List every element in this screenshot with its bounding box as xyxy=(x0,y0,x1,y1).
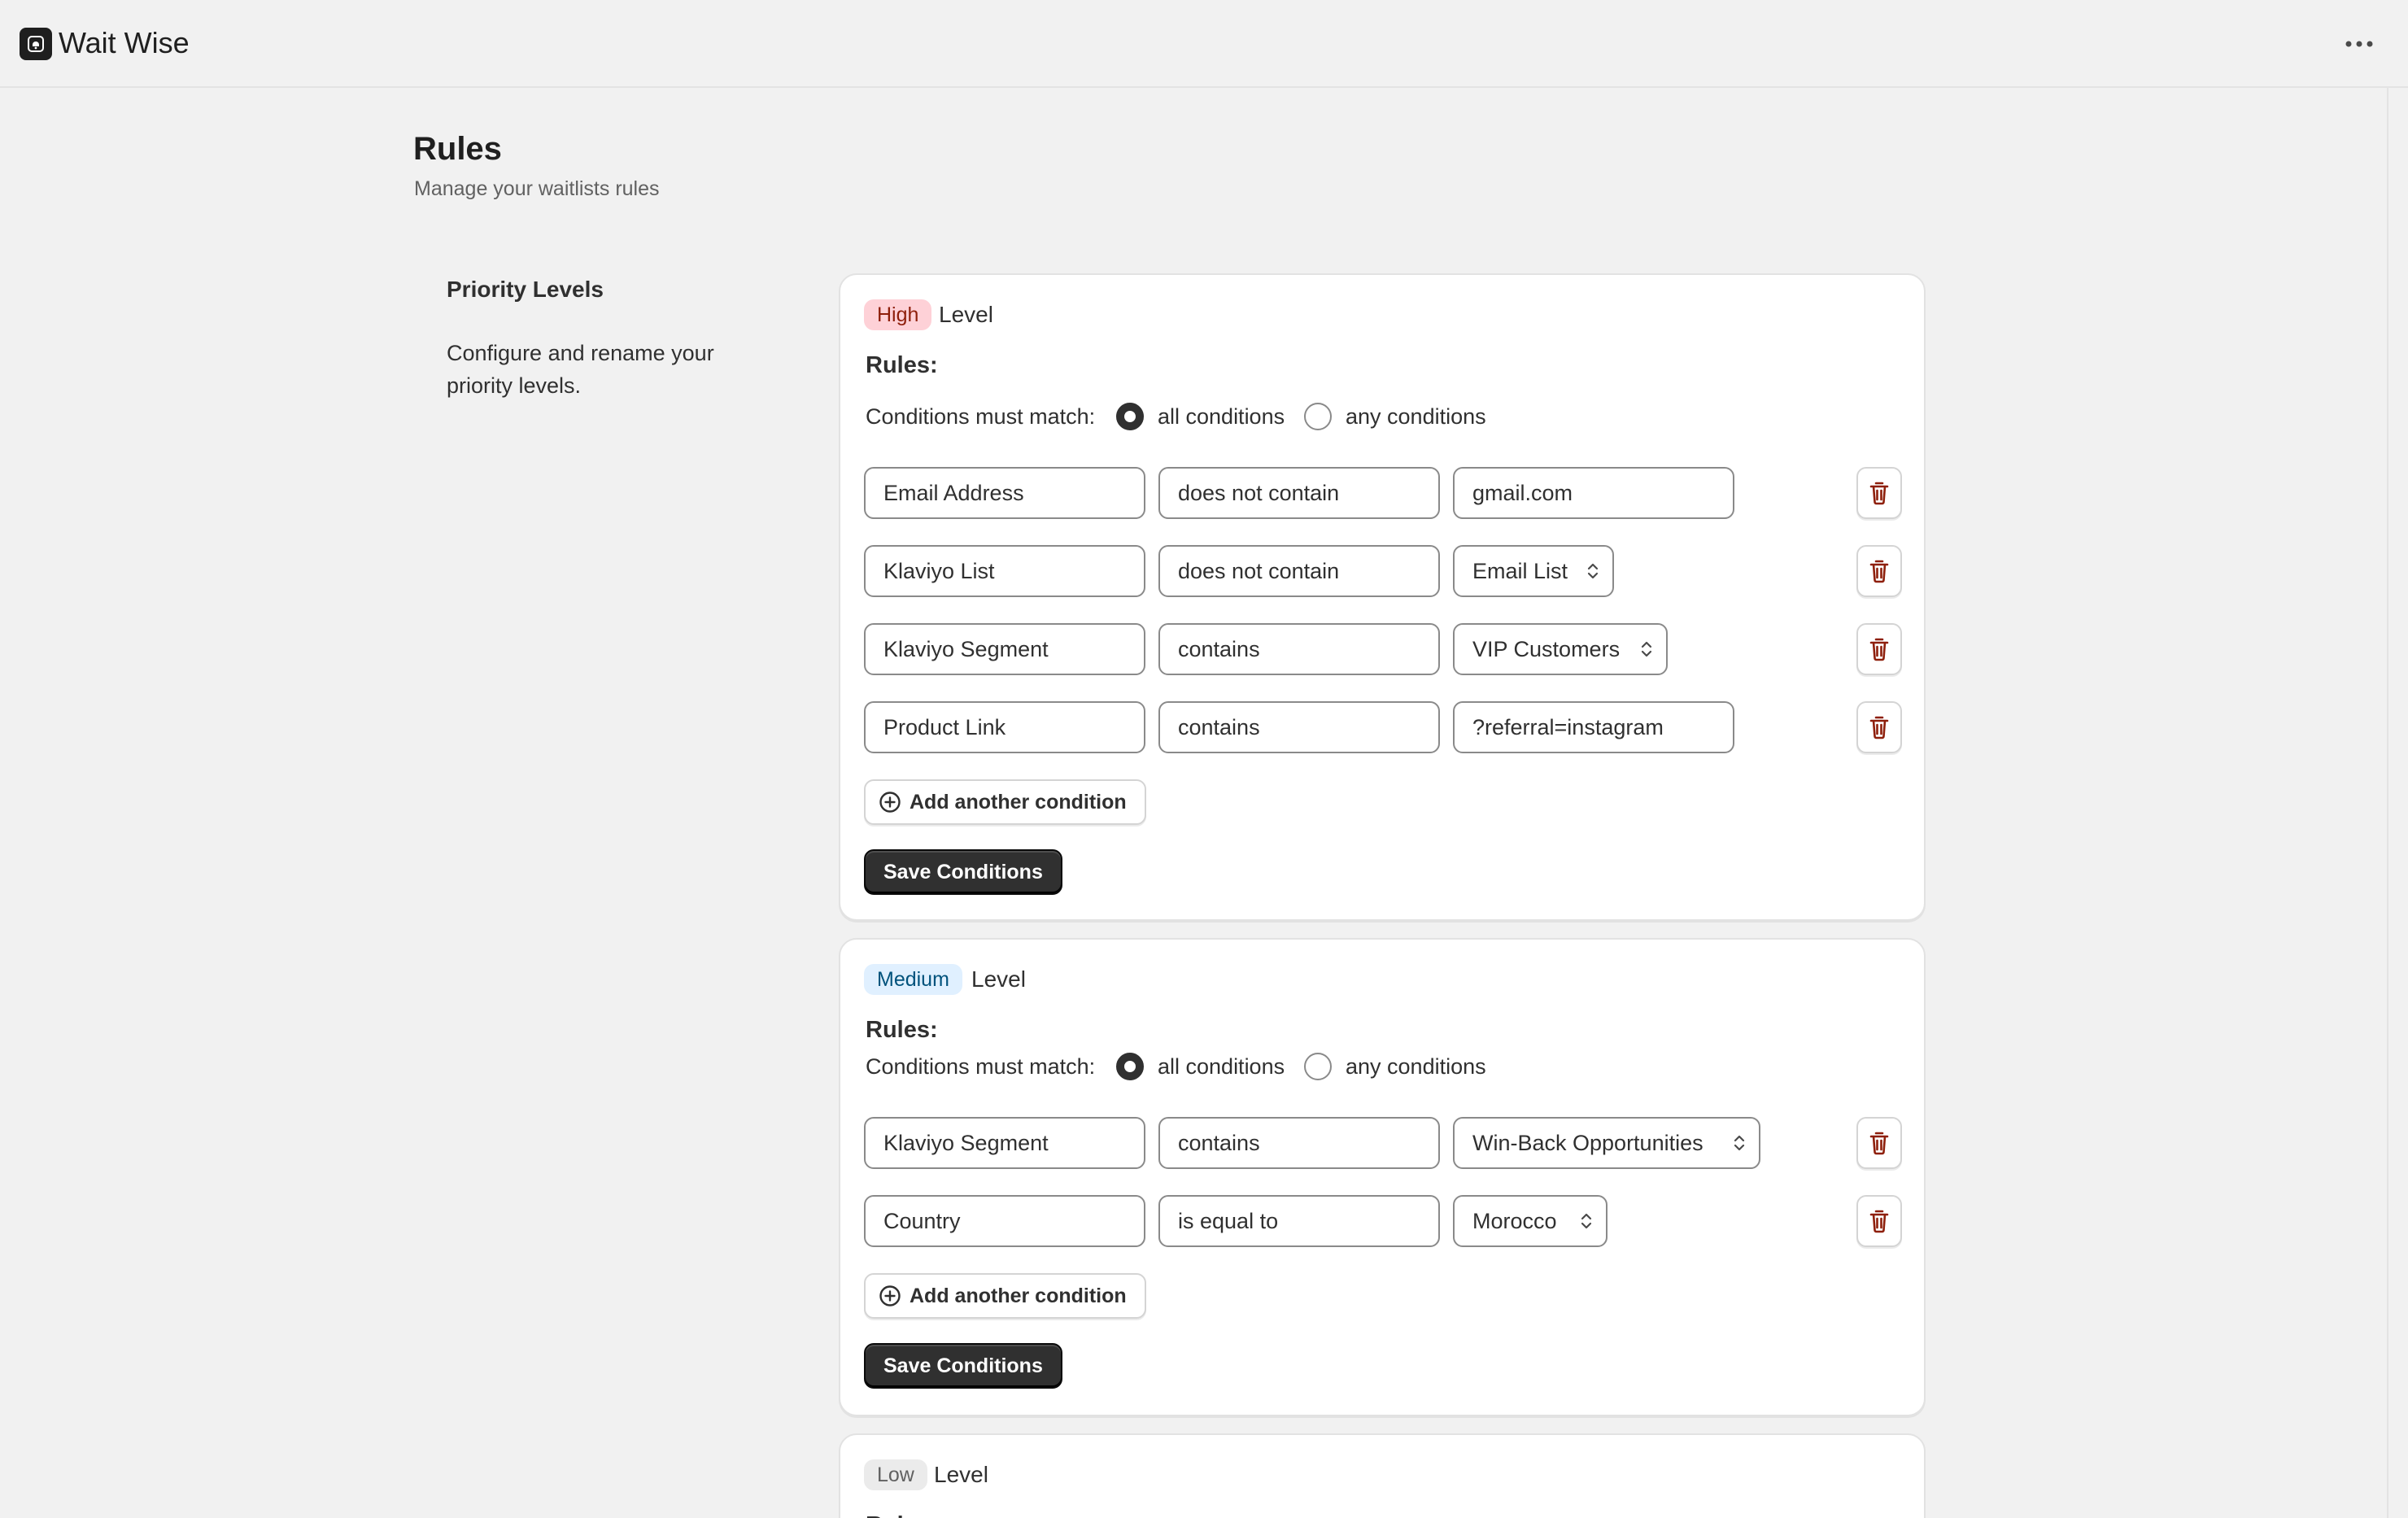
match-label: Conditions must match: xyxy=(866,404,1096,429)
section-description: Configure and rename your priority level… xyxy=(447,341,714,398)
priority-card-high: High Level Rules: Conditions must match:… xyxy=(839,273,1926,921)
save-conditions-button[interactable]: Save Conditions xyxy=(864,1343,1062,1389)
add-condition-button[interactable]: Add another condition xyxy=(864,779,1146,825)
level-label: Level xyxy=(939,302,993,327)
delete-condition-button[interactable] xyxy=(1856,1195,1902,1247)
select-value: Morocco xyxy=(1472,1209,1557,1233)
condition-value-select[interactable]: VIP Customers xyxy=(1453,623,1668,675)
chevron-up-down-icon xyxy=(1638,625,1655,674)
trash-icon xyxy=(1869,1132,1889,1155)
chevron-up-down-icon xyxy=(1731,1119,1747,1167)
condition-value-select[interactable]: Win-Back Opportunities xyxy=(1453,1117,1760,1169)
match-label: Conditions must match: xyxy=(866,1054,1096,1079)
chevron-up-down-icon xyxy=(1585,547,1601,595)
priority-card-medium: Medium Level Rules: Conditions must matc… xyxy=(839,938,1926,1416)
condition-field-input[interactable]: Klaviyo Segment xyxy=(864,623,1145,675)
page-title: Rules xyxy=(413,131,502,167)
condition-value-select[interactable]: Email List xyxy=(1453,545,1614,597)
add-condition-button[interactable]: Add another condition xyxy=(864,1273,1146,1319)
scrollbar-track[interactable] xyxy=(2387,88,2388,1518)
delete-condition-button[interactable] xyxy=(1856,1117,1902,1169)
radio-any-conditions[interactable] xyxy=(1304,403,1332,430)
condition-field-input[interactable]: Email Address xyxy=(864,467,1145,519)
top-bar: Wait Wise xyxy=(0,0,2408,88)
radio-all-label: all conditions xyxy=(1158,404,1285,429)
condition-operator-input[interactable]: contains xyxy=(1158,1117,1440,1169)
rules-label: Rules: xyxy=(866,352,938,378)
level-label: Level xyxy=(934,1462,988,1487)
rules-label: Rules: xyxy=(866,1510,938,1518)
condition-field-input[interactable]: Klaviyo List xyxy=(864,545,1145,597)
trash-icon xyxy=(1869,482,1889,505)
condition-operator-input[interactable]: is equal to xyxy=(1158,1195,1440,1247)
condition-operator-input[interactable]: does not contain xyxy=(1158,467,1440,519)
chevron-up-down-icon xyxy=(1578,1197,1594,1245)
condition-operator-input[interactable]: contains xyxy=(1158,623,1440,675)
delete-condition-button[interactable] xyxy=(1856,467,1902,519)
trash-icon xyxy=(1869,560,1889,583)
radio-any-label: any conditions xyxy=(1346,1054,1486,1079)
condition-field-input[interactable]: Product Link xyxy=(864,701,1145,753)
condition-operator-input[interactable]: contains xyxy=(1158,701,1440,753)
app-name: Wait Wise xyxy=(59,26,190,59)
condition-operator-input[interactable]: does not contain xyxy=(1158,545,1440,597)
select-value: Email List xyxy=(1472,559,1568,583)
app-logo-icon xyxy=(20,28,52,60)
rules-label: Rules: xyxy=(866,1017,938,1043)
delete-condition-button[interactable] xyxy=(1856,545,1902,597)
add-condition-label: Add another condition xyxy=(910,1284,1127,1307)
page-subtitle: Manage your waitlists rules xyxy=(414,177,660,200)
radio-any-label: any conditions xyxy=(1346,404,1486,429)
priority-badge: High xyxy=(864,299,932,330)
level-label: Level xyxy=(971,966,1026,992)
select-value: VIP Customers xyxy=(1472,637,1621,661)
section-title: Priority Levels xyxy=(447,277,604,302)
radio-any-conditions[interactable] xyxy=(1304,1053,1332,1080)
priority-card-low: Low Level Rules: xyxy=(839,1433,1926,1518)
save-conditions-button[interactable]: Save Conditions xyxy=(864,849,1062,895)
delete-condition-button[interactable] xyxy=(1856,623,1902,675)
condition-value-input[interactable]: gmail.com xyxy=(1453,467,1734,519)
radio-all-label: all conditions xyxy=(1158,1054,1285,1079)
radio-all-conditions[interactable] xyxy=(1116,403,1144,430)
plus-circle-icon xyxy=(879,1285,901,1306)
condition-value-select[interactable]: Morocco xyxy=(1453,1195,1608,1247)
condition-field-input[interactable]: Klaviyo Segment xyxy=(864,1117,1145,1169)
select-value: Win-Back Opportunities xyxy=(1472,1131,1703,1155)
plus-circle-icon xyxy=(879,792,901,813)
add-condition-label: Add another condition xyxy=(910,790,1127,814)
trash-icon xyxy=(1869,716,1889,739)
trash-icon xyxy=(1869,638,1889,661)
radio-all-conditions[interactable] xyxy=(1116,1053,1144,1080)
priority-badge: Medium xyxy=(864,964,962,995)
trash-icon xyxy=(1869,1210,1889,1233)
more-actions-icon[interactable] xyxy=(2340,28,2379,60)
condition-field-input[interactable]: Country xyxy=(864,1195,1145,1247)
priority-badge: Low xyxy=(864,1459,927,1490)
condition-value-input[interactable]: ?referral=instagram xyxy=(1453,701,1734,753)
delete-condition-button[interactable] xyxy=(1856,701,1902,753)
